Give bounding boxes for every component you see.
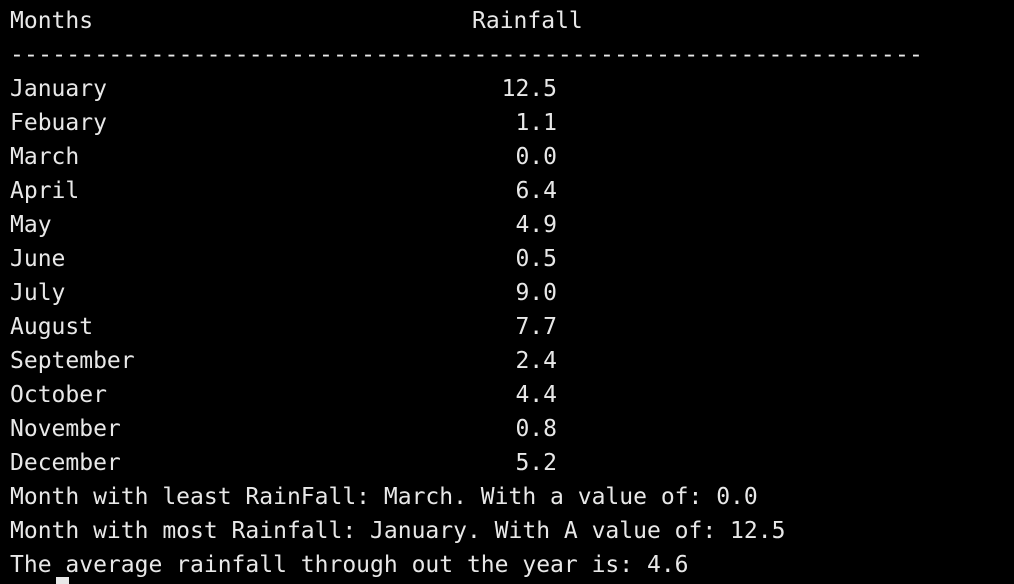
rainfall-cell: 0.8	[515, 416, 557, 442]
table-header-row: Months Rainfall	[10, 4, 1010, 38]
rainfall-header: Rainfall	[472, 8, 583, 34]
rainfall-cell: 0.0	[515, 144, 557, 170]
month-cell: November	[10, 416, 121, 442]
month-cell: May	[10, 212, 52, 238]
table-row: January 12.5	[10, 72, 1010, 106]
table-row: Febuary 1.1	[10, 106, 1010, 140]
table-row: September 2.4	[10, 344, 1010, 378]
rainfall-cell: 0.5	[515, 246, 557, 272]
table-row: March 0.0	[10, 140, 1010, 174]
rainfall-cell: 2.4	[515, 348, 557, 374]
month-cell: January	[10, 76, 107, 102]
rainfall-cell: 5.2	[515, 450, 557, 476]
rainfall-cell: 4.9	[515, 212, 557, 238]
month-cell: October	[10, 382, 107, 408]
table-row: October 4.4	[10, 378, 1010, 412]
month-cell: March	[10, 144, 80, 170]
month-cell: April	[10, 178, 80, 204]
terminal-window[interactable]: { "header": { "months_label": "Months", …	[0, 0, 1014, 584]
table-row: December 5.2	[10, 446, 1010, 480]
average-rainfall-summary: The average rainfall through out the yea…	[10, 552, 689, 578]
separator-line: ----------------------------------------…	[10, 42, 924, 68]
text-cursor	[56, 577, 69, 584]
table-row: November 0.8	[10, 412, 1010, 446]
rainfall-cell: 4.4	[515, 382, 557, 408]
month-cell: December	[10, 450, 121, 476]
rainfall-cell: 7.7	[515, 314, 557, 340]
month-cell: August	[10, 314, 94, 340]
months-header: Months	[10, 8, 94, 34]
month-cell: June	[10, 246, 66, 272]
month-cell: July	[10, 280, 66, 306]
table-row: May 4.9	[10, 208, 1010, 242]
table-row: April 6.4	[10, 174, 1010, 208]
rainfall-cell: 6.4	[515, 178, 557, 204]
least-rainfall-summary: Month with least RainFall: March. With a…	[10, 484, 758, 510]
most-rainfall-summary: Month with most Rainfall: January. With …	[10, 518, 786, 544]
table-row: August 7.7	[10, 310, 1010, 344]
month-cell: Febuary	[10, 110, 107, 136]
rainfall-cell: 9.0	[515, 280, 557, 306]
rainfall-cell: 12.5	[501, 76, 557, 102]
terminal-output: Months Rainfall ------------------------…	[10, 4, 1010, 582]
month-cell: September	[10, 348, 135, 374]
rainfall-cell: 1.1	[515, 110, 557, 136]
table-row: July 9.0	[10, 276, 1010, 310]
table-row: June 0.5	[10, 242, 1010, 276]
